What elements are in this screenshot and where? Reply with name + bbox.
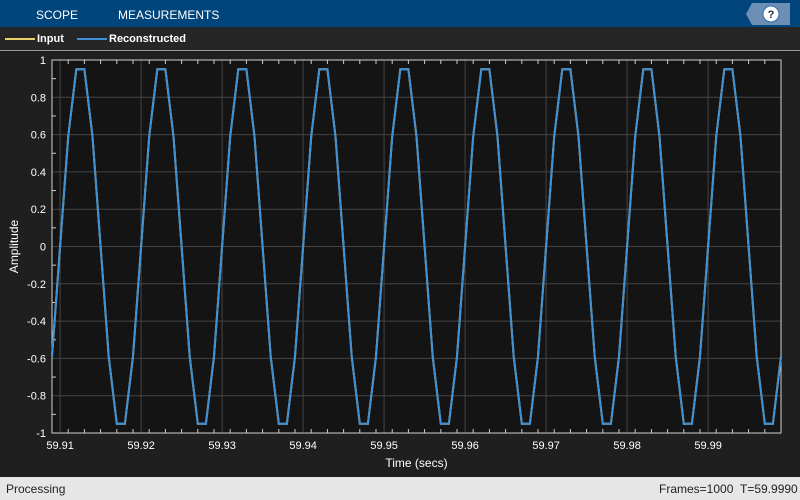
legend-swatch-input	[5, 37, 35, 40]
y-tick-label: -0.4	[27, 316, 46, 328]
x-tick-label: 59.96	[451, 440, 479, 452]
help-label: ?	[768, 9, 775, 21]
status-processing: Processing	[6, 482, 66, 496]
legend: Input Reconstructed	[0, 27, 800, 51]
status-frames: Frames=1000	[659, 482, 734, 496]
help-icon: ?	[746, 3, 790, 25]
x-tick-label: 59.98	[613, 440, 641, 452]
x-tick-label: 59.91	[46, 440, 74, 452]
y-tick-label: -0.6	[27, 353, 46, 365]
y-tick-label: 0.6	[31, 130, 46, 142]
y-tick-label: -1	[36, 428, 46, 440]
status-time: T=59.9990	[740, 482, 798, 496]
y-tick-label: 0.2	[31, 204, 46, 216]
legend-item-input[interactable]: Input	[5, 27, 64, 50]
legend-item-reconstructed[interactable]: Reconstructed	[77, 27, 186, 50]
legend-label-input: Input	[37, 32, 64, 45]
x-tick-label: 59.92	[127, 440, 155, 452]
y-tick-label: 0.4	[31, 167, 46, 179]
x-tick-label: 59.99	[694, 440, 722, 452]
x-axis-label: Time (secs)	[385, 456, 447, 470]
y-axis-label: Amplitude	[7, 220, 21, 274]
toolstrip: SCOPE MEASUREMENTS ?	[0, 0, 800, 27]
status-bar: Processing Frames=1000 T=59.9990	[0, 477, 800, 500]
tab-scope[interactable]: SCOPE	[36, 0, 78, 27]
y-tick-label: 1	[40, 55, 46, 67]
y-tick-label: 0	[40, 242, 46, 254]
legend-label-reconstructed: Reconstructed	[109, 32, 187, 45]
x-tick-label: 59.93	[208, 440, 236, 452]
legend-swatch-reconstructed	[77, 37, 107, 40]
y-tick-label: -0.8	[27, 391, 46, 403]
y-tick-label: 0.8	[31, 92, 46, 104]
time-scope-plot[interactable]: -1 -0.8 -0.6 -0.4 -0.2 0 0.2 0.4 0.6 0.8 1 59.91 59.…	[0, 51, 800, 477]
x-tick-label: 59.94	[289, 440, 317, 452]
tab-measurements[interactable]: MEASUREMENTS	[118, 0, 219, 27]
help-button[interactable]: ?	[746, 3, 790, 25]
y-tick-label: -0.2	[27, 279, 46, 291]
x-tick-label: 59.95	[370, 440, 398, 452]
x-tick-label: 59.97	[532, 440, 560, 452]
